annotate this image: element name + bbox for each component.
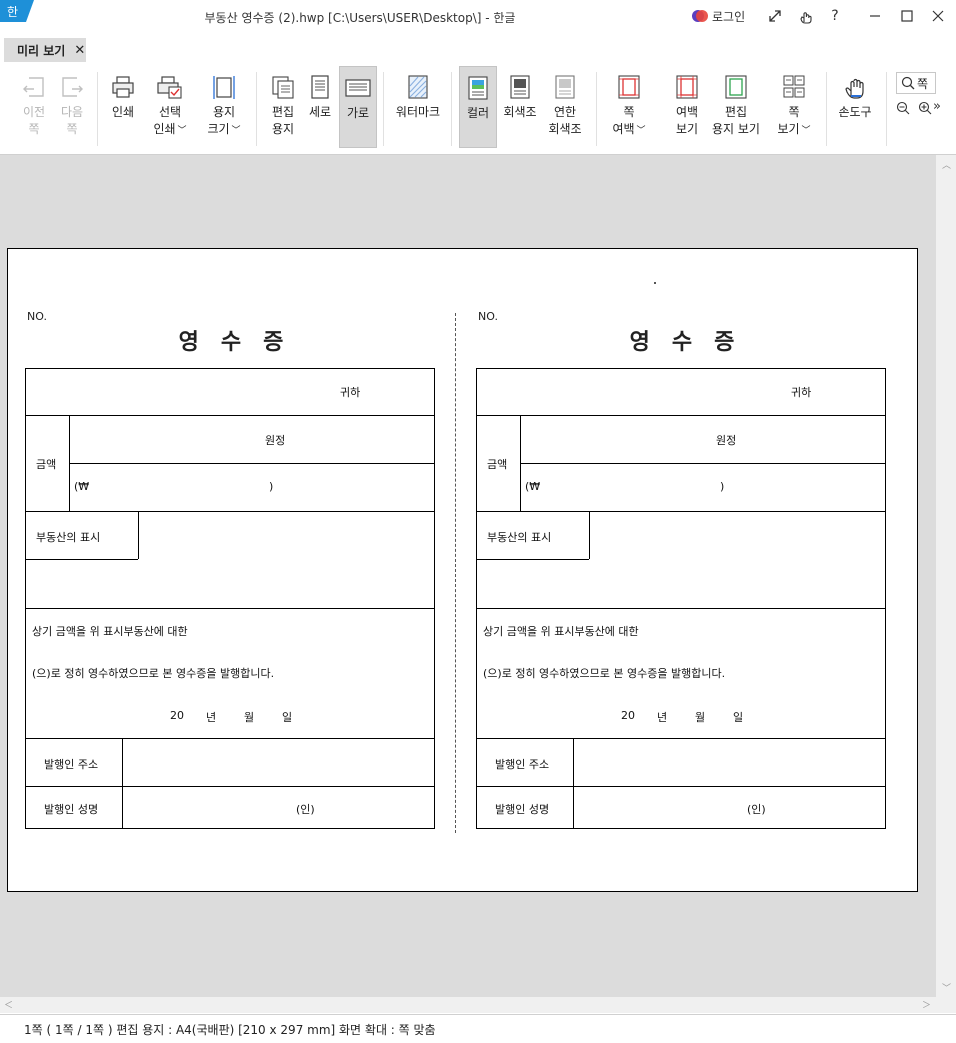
grayscale-button[interactable]: 회색조	[500, 66, 540, 148]
receipt-line2: (으)로 정히 영수하였으므로 본 영수증을 발행합니다.	[483, 667, 726, 680]
issuer-address-label: 발행인 주소	[44, 758, 99, 771]
won-open: (₩	[525, 480, 541, 493]
won-close: )	[720, 480, 725, 493]
status-text: 1쪽 ( 1쪽 / 1쪽 ) 편집 용지 : A4(국배판) [210 x 29…	[24, 1023, 436, 1037]
receipt-no: NO.	[478, 310, 498, 323]
won-close: )	[269, 480, 274, 493]
scroll-up-icon: ︿	[942, 161, 952, 171]
receipt-title: 영수증	[629, 330, 757, 355]
date-m: 월	[244, 711, 255, 724]
prev-page-icon	[23, 77, 44, 97]
tab-row	[0, 34, 956, 64]
date-year: 20	[170, 709, 184, 722]
horizontal-scrollbar[interactable]: ＜ ＞	[0, 997, 936, 1013]
color-button[interactable]: 컬러	[459, 66, 497, 148]
won-open: (₩	[74, 480, 90, 493]
prev-page-button[interactable]: 이전 쪽	[14, 66, 54, 148]
portrait-icon	[311, 75, 329, 99]
issuer-name-label: 발행인 성명	[44, 803, 99, 816]
color-icon	[468, 76, 488, 100]
printer-icon	[112, 76, 134, 98]
receipt-table: 귀하 금액 원정 (₩ ) 부동산의 표시 상기 금액을 위 표시부동산에 대한…	[476, 368, 886, 829]
select-print-button[interactable]: 선택 인쇄 ﹀	[148, 66, 192, 148]
property-label: 부동산의 표시	[487, 531, 552, 544]
next-page-button[interactable]: 다음 쪽	[52, 66, 92, 148]
select-print-icon	[157, 76, 182, 99]
login-button[interactable]: 로그인	[692, 6, 745, 26]
amount-label: 금액	[487, 458, 508, 471]
scroll-corner	[936, 997, 956, 1013]
amount-label: 금액	[36, 458, 57, 471]
landscape-button[interactable]: 가로	[339, 66, 377, 148]
won-label: 원정	[265, 434, 286, 447]
portrait-button[interactable]: 세로	[302, 66, 338, 148]
receipt-line2: (으)로 정히 영수하였으므로 본 영수증을 발행합니다.	[32, 667, 275, 680]
receipt-table: 귀하 금액 원정 (₩ ) 부동산의 표시 상기 금액을 위 표시부동산에 대한…	[25, 368, 435, 829]
page-view-icon	[783, 75, 805, 98]
more-chevron-icon[interactable]: »	[933, 99, 941, 114]
maximize-icon[interactable]	[896, 5, 918, 27]
minimize-icon[interactable]	[864, 5, 886, 27]
close-icon[interactable]	[927, 5, 949, 27]
receipt-line1: 상기 금액을 위 표시부동산에 대한	[483, 625, 639, 638]
zoom-out-icon[interactable]	[896, 100, 910, 119]
cut-line	[455, 313, 456, 833]
tab-close-icon[interactable]: ✕	[74, 43, 85, 58]
scroll-right-icon: ＞	[922, 1001, 932, 1011]
date-d: 일	[282, 711, 293, 724]
tab-preview[interactable]: 미리 보기 ✕	[4, 38, 86, 62]
edit-paper-button[interactable]: 편집 용지	[263, 66, 303, 148]
login-label: 로그인	[712, 9, 746, 24]
page-dot	[654, 282, 656, 284]
recipient-suffix: 귀하	[791, 386, 812, 399]
vertical-scrollbar[interactable]: ︿ ﹀	[936, 155, 956, 997]
search-icon	[901, 76, 915, 90]
print-button[interactable]: 인쇄	[103, 66, 143, 148]
edit-paper-icon	[272, 76, 294, 99]
edit-paper-view-button[interactable]: 편집 용지 보기	[709, 66, 763, 148]
grayscale-icon	[510, 75, 530, 99]
hand-tool-icon	[845, 78, 864, 99]
edit-paper-view-icon	[725, 75, 747, 99]
scroll-down-icon: ﹀	[942, 984, 952, 994]
zoom-in-icon[interactable]	[918, 100, 932, 119]
won-label: 원정	[716, 434, 737, 447]
watermark-icon	[408, 75, 428, 99]
touch-mode-icon[interactable]	[795, 5, 817, 27]
date-y: 년	[206, 711, 217, 724]
next-page-icon	[62, 77, 83, 97]
receipt-title: 영수증	[178, 330, 306, 355]
seal-mark: (인)	[296, 803, 315, 816]
date-year: 20	[621, 709, 635, 722]
date-m: 월	[695, 711, 706, 724]
expand-icon[interactable]	[764, 5, 786, 27]
page-view-button[interactable]: 쪽 보기 ﹀	[773, 66, 815, 148]
date-y: 년	[657, 711, 668, 724]
light-grayscale-icon	[555, 75, 575, 99]
login-icon	[692, 9, 708, 23]
landscape-icon	[345, 79, 371, 97]
zoom-search-box[interactable]: 쪽	[896, 72, 936, 94]
date-d: 일	[733, 711, 744, 724]
page-margin-button[interactable]: 쪽 여백 ﹀	[607, 66, 651, 148]
help-icon[interactable]: ?	[824, 5, 846, 27]
issuer-name-label: 발행인 성명	[495, 803, 550, 816]
tab-preview-label: 미리 보기	[17, 43, 66, 58]
issuer-address-label: 발행인 주소	[495, 758, 550, 771]
light-grayscale-button[interactable]: 연한 회색조	[543, 66, 587, 148]
watermark-button[interactable]: 워터마크	[392, 66, 444, 148]
paper-size-icon	[213, 76, 235, 99]
hand-tool-button[interactable]: 손도구	[833, 66, 877, 148]
scroll-left-icon: ＜	[4, 1001, 14, 1011]
window-title: 부동산 영수증 (2).hwp [C:\Users\USER\Desktop\]…	[204, 11, 516, 25]
paper-size-button[interactable]: 용지 크기 ﹀	[202, 66, 246, 148]
receipt-no: NO.	[27, 310, 47, 323]
margin-view-icon	[676, 75, 698, 99]
receipt-line1: 상기 금액을 위 표시부동산에 대한	[32, 625, 188, 638]
seal-mark: (인)	[747, 803, 766, 816]
page-margin-icon	[618, 75, 640, 99]
property-label: 부동산의 표시	[36, 531, 101, 544]
recipient-suffix: 귀하	[340, 386, 361, 399]
margin-view-button[interactable]: 여백 보기	[668, 66, 706, 148]
